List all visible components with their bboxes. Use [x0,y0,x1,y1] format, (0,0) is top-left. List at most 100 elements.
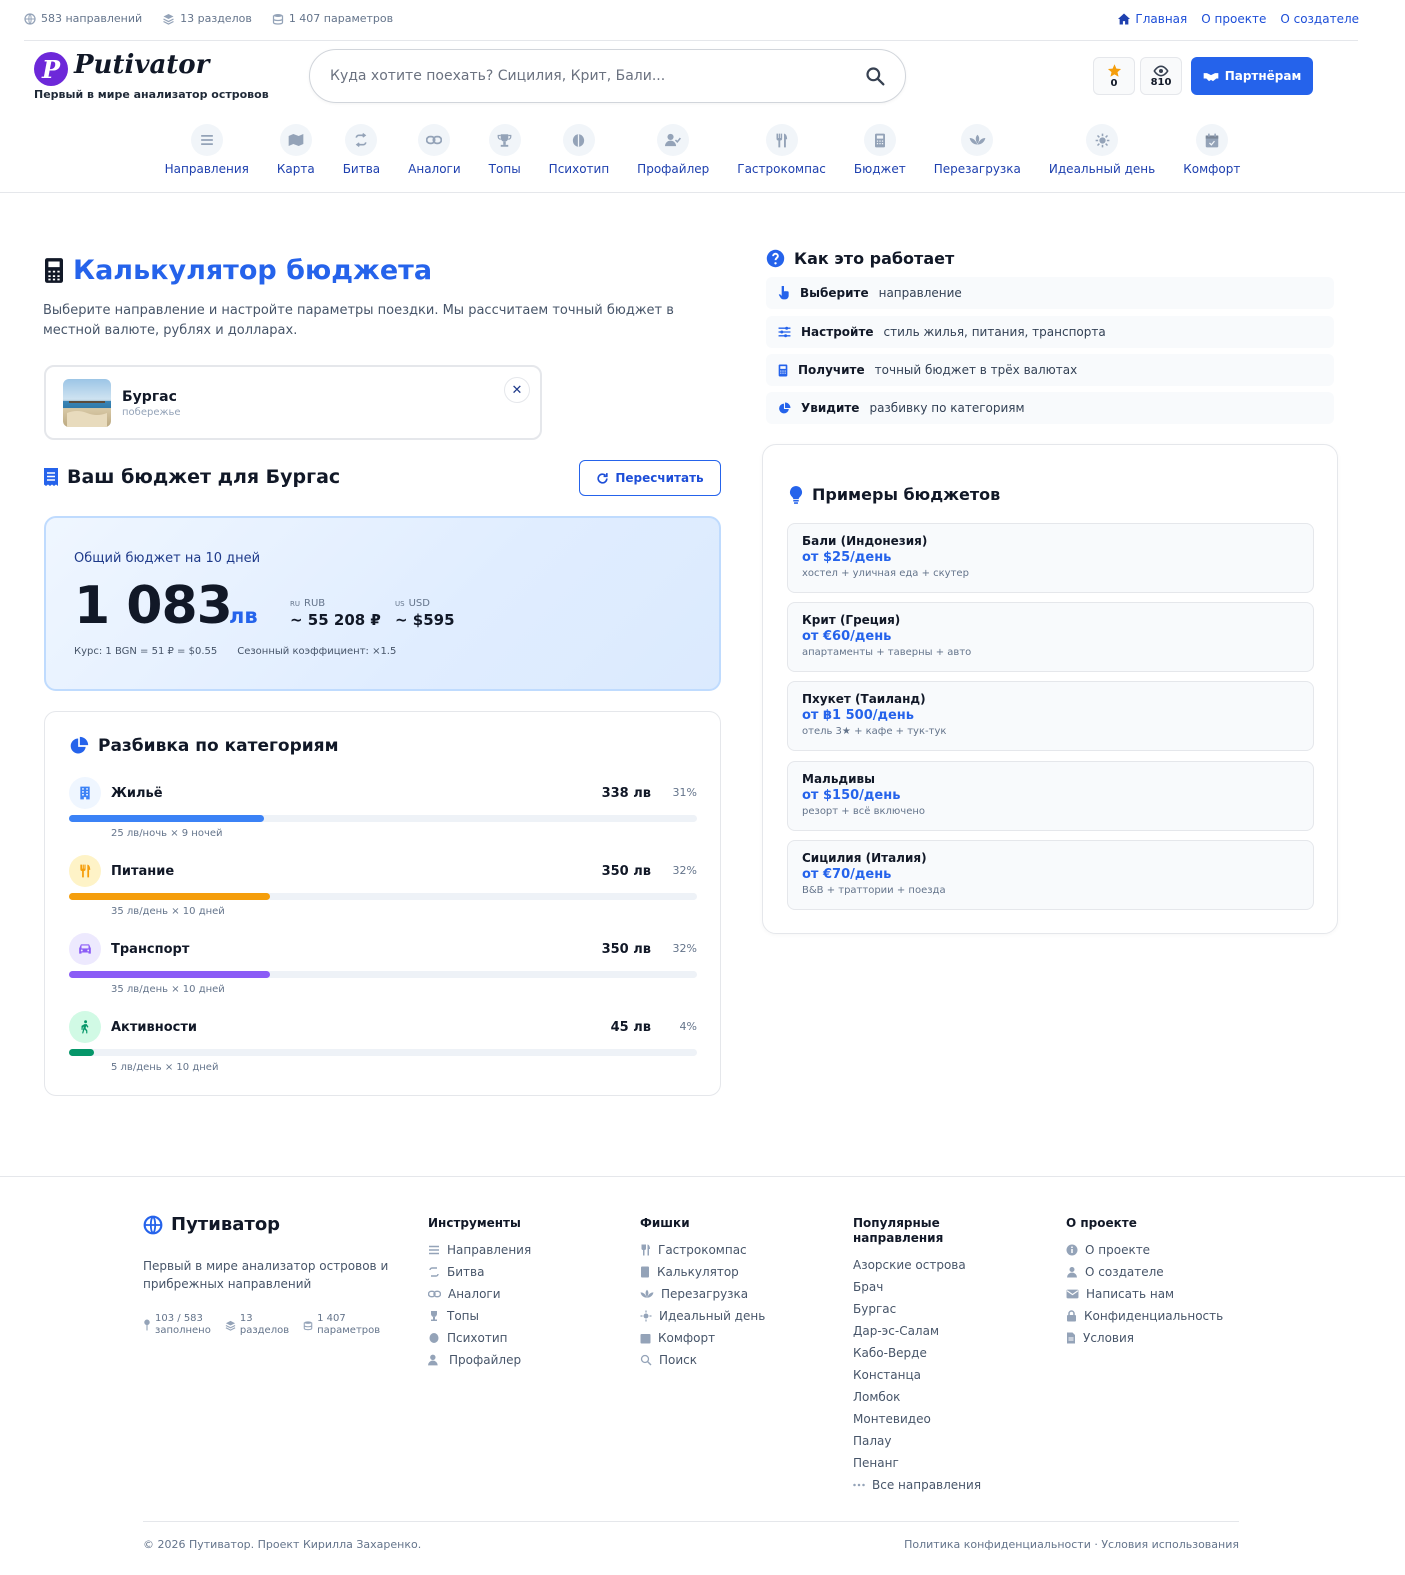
sliders-icon [778,326,791,338]
search-input[interactable] [330,68,865,84]
views-button[interactable]: 810 [1140,57,1182,95]
footer-link[interactable]: Направления [428,1239,618,1261]
nav-directions[interactable]: Направления [158,124,256,176]
footer-link[interactable]: Дар-эс-Салам [853,1320,1023,1342]
logo-mark: P [34,52,68,86]
nav-profiler[interactable]: Профайлер [630,124,716,176]
example-maldives[interactable]: Мальдивы от $150/день резорт + всё включ… [787,761,1314,831]
footer-link[interactable]: Перезагрузка [640,1283,830,1305]
recalculate-button[interactable]: Пересчитать [579,460,721,496]
footer-link[interactable]: Палау [853,1430,1023,1452]
rub-value: ~ 55 208 ₽ [290,611,381,629]
destination-thumbnail [63,379,111,427]
destination-card[interactable]: Бургас побережье ✕ [44,365,542,440]
footer-link[interactable]: Идеальный день [640,1305,830,1327]
footer-link[interactable]: Пенанг [853,1452,1023,1474]
footer-link[interactable]: Ломбок [853,1386,1023,1408]
footer-link[interactable]: Профайлер [428,1349,618,1371]
footer-tools: Инструменты Направления Битва Аналоги То… [428,1216,618,1371]
list-icon [429,1245,439,1255]
link-about-project[interactable]: О проекте [1201,12,1266,26]
rub-conversion: RU RUB ~ 55 208 ₽ [290,598,381,629]
brain-icon [429,1333,439,1343]
car-icon [79,944,91,954]
divider [0,192,1405,193]
pie-chart-icon [779,402,791,413]
footer-link[interactable]: Топы [428,1305,618,1327]
footer-link[interactable]: Азорские острова [853,1254,1023,1276]
footer-link[interactable]: Аналоги [428,1283,618,1305]
envelope-icon [1066,1289,1079,1299]
nav-comfort[interactable]: Комфорт [1176,124,1247,176]
nav-analogs[interactable]: Аналоги [401,124,468,176]
footer-link[interactable]: Брач [853,1276,1023,1298]
link-icon [426,135,443,145]
category-progress-fill [69,1049,95,1056]
sun-icon [1095,133,1109,147]
ellipsis-icon [853,1483,865,1487]
nav-budget[interactable]: Бюджет [847,124,913,176]
footer-link-all[interactable]: Все направления [853,1474,1023,1496]
clear-destination-button[interactable]: ✕ [504,377,530,403]
nav-tops[interactable]: Топы [482,124,528,176]
footer-link[interactable]: Поиск [640,1349,830,1371]
calculator-icon [641,1266,649,1278]
footer-link[interactable]: Констанца [853,1364,1023,1386]
example-sicily[interactable]: Сицилия (Италия) от €70/день B&B + тратт… [787,840,1314,910]
examples-title: Примеры бюджетов [789,485,1000,504]
footer-link[interactable]: Калькулятор [640,1261,830,1283]
divider [0,1176,1405,1177]
footer-link[interactable]: Психотип [428,1327,618,1349]
document-icon [1067,1332,1075,1344]
footer-link[interactable]: О создателе [1066,1261,1256,1283]
logo[interactable]: P Putivator Первый в мире анализатор ост… [34,50,269,101]
link-about-author[interactable]: О создателе [1280,12,1359,26]
footer-link[interactable]: Битва [428,1261,618,1283]
footer-link[interactable]: О проекте [1066,1239,1256,1261]
nav-psychotype[interactable]: Психотип [542,124,617,176]
favorites-count: 0 [1110,78,1118,89]
building-icon [80,786,90,800]
category-progress-track [69,1049,697,1056]
beach-photo-icon [63,399,111,427]
footer-link[interactable]: Конфиденциальность [1066,1305,1256,1327]
partner-button[interactable]: Партнёрам [1191,57,1313,95]
nav-ideal-day[interactable]: Идеальный день [1042,124,1162,176]
category-progress-track [69,971,697,978]
top-links: Главная О проекте О создателе [1117,12,1359,26]
footer-link[interactable]: Комфорт [640,1327,830,1349]
pin-icon [144,1319,150,1331]
favorites-button[interactable]: 0 [1093,57,1135,95]
footer-link[interactable]: Условия [1066,1327,1256,1349]
destination-name: Бургас [122,389,177,405]
footer-link[interactable]: Кабо-Верде [853,1342,1023,1364]
example-phuket[interactable]: Пхукет (Таиланд) от ฿1 500/день отель 3★… [787,681,1314,751]
nav-map[interactable]: Карта [270,124,322,176]
nav-battle[interactable]: Битва [336,124,387,176]
footer-link[interactable]: Монтевидео [853,1408,1023,1430]
exchange-rate: Курс: 1 BGN = 51 ₽ = $0.55 [74,646,218,657]
footer-link[interactable]: Бургас [853,1298,1023,1320]
main-nav: Направления Карта Битва Аналоги Топы Пси… [0,124,1405,176]
lightbulb-icon [790,485,802,504]
calendar-icon [640,1334,651,1344]
pie-chart-icon [70,736,89,754]
star-icon [1107,64,1121,77]
nav-gastrocompass[interactable]: Гастрокомпас [730,124,833,176]
legal-links[interactable]: Политика конфиденциальности · Условия ис… [904,1538,1239,1551]
question-circle-icon [766,249,785,268]
info-circle-icon [1066,1244,1078,1256]
nav-reboot[interactable]: Перезагрузка [927,124,1028,176]
battle-icon [429,1267,439,1277]
example-crete[interactable]: Крит (Греция) от €60/день апартаменты + … [787,602,1314,672]
link-home[interactable]: Главная [1117,12,1187,26]
footer-link[interactable]: Написать нам [1066,1283,1256,1305]
utensils-icon [80,864,91,878]
search-icon[interactable] [865,66,885,86]
pointer-icon [778,286,789,300]
category-housing: Жильё 338 лв 31% 25 лв/ночь × 9 ночей [69,777,697,847]
categories-card: Разбивка по категориям Жильё 338 лв 31% … [44,711,721,1096]
footer-link[interactable]: Гастрокомпас [640,1239,830,1261]
category-progress-track [69,815,697,822]
example-bali[interactable]: Бали (Индонезия) от $25/день хостел + ул… [787,523,1314,593]
